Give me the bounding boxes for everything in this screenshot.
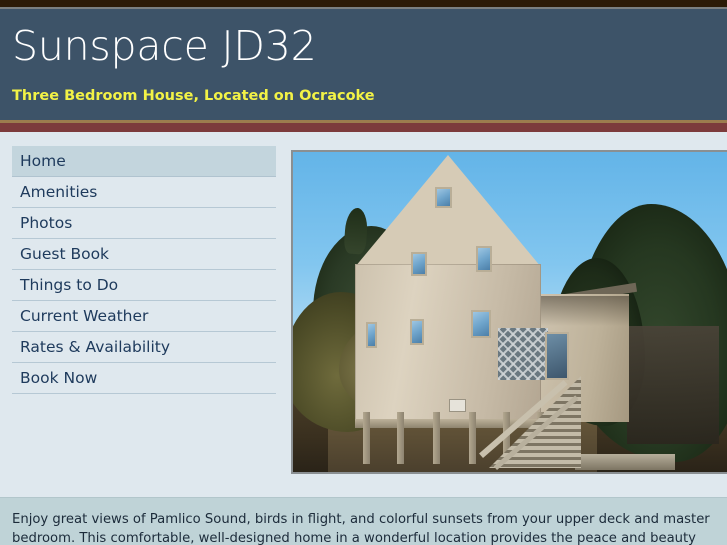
sidebar-item-things-to-do[interactable]: Things to Do — [12, 270, 276, 301]
header-accent-stripe-red — [0, 123, 727, 132]
photo-window-mid-left — [366, 322, 377, 348]
photo-lower-deck — [575, 454, 675, 470]
sidebar-item-photos[interactable]: Photos — [12, 208, 276, 239]
photo-window-upper-right — [476, 246, 492, 272]
sidebar-item-label: Book Now — [20, 369, 98, 387]
photo-entry-door — [545, 332, 569, 380]
photo-window-mid-center — [410, 319, 424, 345]
photo-piling — [469, 412, 476, 464]
photo-deck-lattice — [498, 328, 548, 380]
sidebar-item-label: Photos — [20, 214, 73, 232]
photo-window-upper-left — [411, 252, 427, 276]
site-subtitle: Three Bedroom House, Located on Ocracoke — [12, 88, 375, 104]
intro-paragraph: Enjoy great views of Pamlico Sound, bird… — [12, 512, 710, 545]
photo-wall-sign — [449, 399, 466, 412]
sidebar-item-amenities[interactable]: Amenities — [12, 177, 276, 208]
photo-gable — [355, 155, 541, 267]
hero-photo-frame — [291, 150, 727, 474]
photo-eave-shadow — [537, 296, 629, 326]
sidebar-item-current-weather[interactable]: Current Weather — [12, 301, 276, 332]
hero-photo-beach-house — [293, 152, 727, 472]
sidebar-item-guest-book[interactable]: Guest Book — [12, 239, 276, 270]
sidebar-item-book-now[interactable]: Book Now — [12, 363, 276, 394]
sidebar-item-home[interactable]: Home — [12, 146, 276, 177]
photo-piling — [397, 412, 404, 464]
photo-piling — [363, 412, 370, 464]
sidebar-item-label: Home — [20, 152, 66, 170]
sidebar-item-label: Things to Do — [20, 276, 119, 294]
site-header: Sunspace JD32 Three Bedroom House, Locat… — [0, 9, 727, 120]
sidebar-item-label: Current Weather — [20, 307, 149, 325]
sidebar-item-label: Rates & Availability — [20, 338, 171, 356]
photo-piling — [433, 412, 440, 464]
sidebar-item-label: Guest Book — [20, 245, 110, 263]
site-title: Sunspace JD32 — [12, 22, 317, 70]
intro-text-panel: Enjoy great views of Pamlico Sound, bird… — [0, 497, 727, 545]
browser-top-chrome-bar — [0, 0, 727, 7]
photo-far-structure — [627, 326, 719, 444]
sidebar-navigation: Home Amenities Photos Guest Book Things … — [12, 146, 276, 394]
page-root: Sunspace JD32 Three Bedroom House, Locat… — [0, 0, 727, 545]
photo-window-mid-right — [471, 310, 491, 338]
photo-window-attic — [435, 187, 452, 208]
sidebar-item-label: Amenities — [20, 183, 98, 201]
main-content: Home Amenities Photos Guest Book Things … — [0, 132, 727, 497]
sidebar-item-rates-availability[interactable]: Rates & Availability — [12, 332, 276, 363]
